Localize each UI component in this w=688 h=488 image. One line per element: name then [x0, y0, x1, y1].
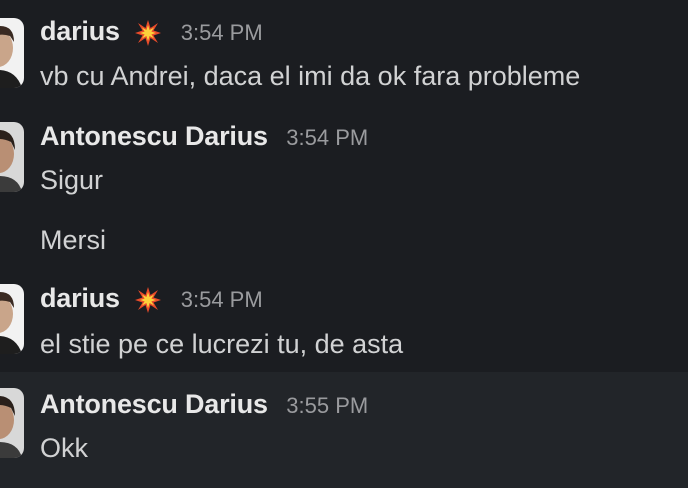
message-item[interactable]: darius 3:54 PM vb cu Andrei, daca el imi…	[0, 0, 688, 110]
message-header: darius 3:54 PM	[40, 283, 263, 318]
message-timestamp[interactable]: 3:54 PM	[181, 20, 263, 45]
message-text: Mersi	[40, 225, 106, 255]
message-header: darius 3:54 PM	[40, 16, 263, 51]
author-name[interactable]: Antonescu Darius	[40, 389, 268, 419]
message-timestamp[interactable]: 3:54 PM	[181, 287, 263, 312]
message-header: Antonescu Darius 3:55 PM	[40, 389, 368, 424]
collision-emoji-icon	[134, 19, 162, 47]
message-header: Antonescu Darius 3:54 PM	[40, 121, 368, 156]
message-item[interactable]: Antonescu Darius 3:55 PM Okk	[0, 372, 688, 488]
message-text: Okk	[40, 433, 89, 463]
message-text: el stie pe ce lucrezi tu, de asta	[40, 329, 404, 359]
author-name[interactable]: Antonescu Darius	[40, 121, 268, 151]
message-item[interactable]: darius 3:54 PM el stie pe ce lucrezi tu,…	[0, 268, 688, 372]
message-item[interactable]: Antonescu Darius 3:54 PM Sigur Mersi	[0, 110, 688, 268]
collision-emoji-icon	[134, 286, 162, 314]
avatar[interactable]	[0, 122, 24, 192]
message-timestamp[interactable]: 3:55 PM	[286, 393, 368, 418]
message-text: Sigur	[40, 165, 104, 195]
avatar[interactable]	[0, 18, 24, 88]
author-name[interactable]: darius	[40, 283, 120, 313]
avatar[interactable]	[0, 284, 24, 354]
author-name[interactable]: darius	[40, 16, 120, 46]
avatar[interactable]	[0, 388, 24, 458]
message-text: vb cu Andrei, daca el imi da ok fara pro…	[40, 61, 581, 91]
message-list: darius 3:54 PM vb cu Andrei, daca el imi…	[0, 0, 688, 488]
message-timestamp[interactable]: 3:54 PM	[286, 125, 368, 150]
